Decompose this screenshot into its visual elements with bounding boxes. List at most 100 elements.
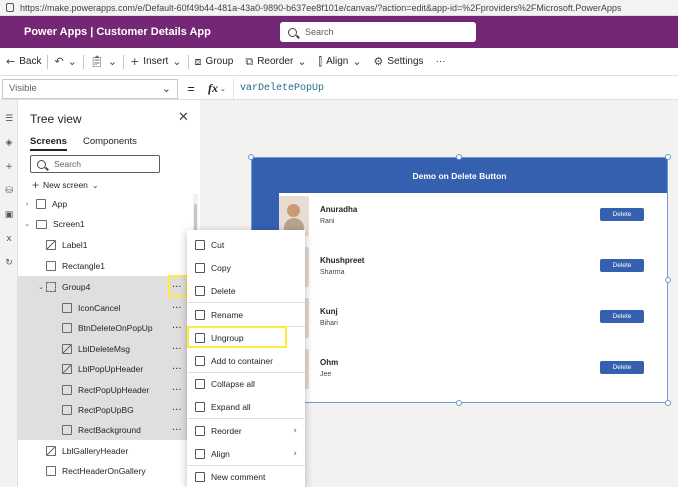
tree-node-btndeleteonpopup[interactable]: BtnDeleteOnPopUp ··· — [18, 318, 200, 338]
browser-url-bar[interactable]: https://make.powerapps.com/e/Default-60f… — [0, 0, 678, 16]
resize-handle[interactable] — [665, 400, 671, 406]
menu-item-new-comment[interactable]: New comment — [187, 465, 305, 487]
align-button[interactable]: ⫿ Align ⌄ — [313, 55, 368, 69]
undo-button[interactable]: ↶ ⌄ — [48, 55, 82, 68]
tree-node-rectheaderongallery[interactable]: RectHeaderOnGallery — [18, 461, 200, 481]
button-icon — [62, 323, 72, 333]
delete-button[interactable]: Delete — [600, 361, 644, 374]
rectangle-icon — [46, 466, 56, 476]
delete-button[interactable]: Delete — [600, 208, 644, 221]
tree-node-label1[interactable]: Label1 — [18, 235, 200, 255]
tree-node-label: Group4 — [62, 282, 91, 292]
container-icon — [195, 355, 205, 366]
chevron-down-icon: ⌄ — [38, 283, 44, 291]
variables-icon[interactable]: x — [0, 234, 18, 244]
tab-components[interactable]: Components — [83, 136, 137, 151]
menu-item-rename[interactable]: Rename — [187, 303, 305, 326]
group-button[interactable]: ⧈ Group — [189, 55, 240, 69]
tree-node-label: LblPopUpHeader — [78, 364, 144, 374]
menu-item-label: Add to container — [211, 355, 273, 366]
highlight-box — [187, 326, 287, 348]
more-button[interactable]: ··· — [430, 56, 452, 67]
tree-node-rectpopupheader[interactable]: RectPopUpHeader ··· — [18, 380, 200, 400]
close-icon[interactable]: ✕ — [178, 110, 189, 125]
tree-node-lblgalleryheader[interactable]: LblGalleryHeader — [18, 441, 200, 461]
insert-button[interactable]: + Insert ⌄ — [124, 55, 187, 68]
tree-node-screen1[interactable]: ⌄ Screen1 — [18, 214, 200, 234]
resize-handle[interactable] — [456, 400, 462, 406]
left-rail: ☰ ◈ + ⛁ ▣ x ↻ — [0, 100, 18, 487]
more-options-icon[interactable]: ··· — [172, 364, 182, 375]
resize-handle[interactable] — [456, 154, 462, 160]
layers-icon[interactable]: ◈ — [0, 138, 18, 148]
tree-node-iconcancel[interactable]: IconCancel ··· — [18, 298, 200, 318]
settings-label: Settings — [387, 56, 424, 67]
back-button[interactable]: ← Back — [0, 55, 47, 68]
paste-button[interactable]: 📋︎ ⌄ — [84, 55, 123, 68]
gallery-row[interactable]: Khushpreet Sharma Delete — [252, 244, 667, 295]
app-screen-preview[interactable]: Demo on Delete Button Anuradha Rani Dele… — [251, 157, 668, 403]
tree-node-rectpopupbg[interactable]: RectPopUpBG ··· — [18, 400, 200, 420]
chevron-right-icon: › — [25, 200, 29, 208]
menu-item-delete[interactable]: Delete — [187, 279, 305, 302]
global-search-box[interactable]: Search — [280, 22, 476, 42]
url-text[interactable]: https://make.powerapps.com/e/Default-60f… — [20, 3, 621, 13]
new-screen-button[interactable]: + New screen ⌄ — [32, 178, 99, 192]
group-icon: ⧈ — [194, 54, 202, 68]
highlight-box — [168, 275, 188, 297]
more-options-icon[interactable]: ··· — [172, 344, 182, 355]
tree-node-rectangle1[interactable]: Rectangle1 — [18, 256, 200, 276]
property-dropdown[interactable]: Visible ⌄ — [2, 78, 178, 99]
tree-search-placeholder: Search — [54, 159, 81, 169]
gear-icon: ⚙ — [373, 55, 384, 68]
menu-item-reorder[interactable]: Reorder › — [187, 419, 305, 442]
tree-search-input[interactable]: Search — [30, 155, 160, 173]
menu-item-label: Rename — [211, 309, 244, 320]
insert-label: Insert — [143, 56, 169, 67]
chevron-down-icon: ⌄ — [220, 84, 226, 93]
align-label: Align — [326, 56, 349, 67]
reorder-button[interactable]: ⧉ Reorder ⌄ — [239, 55, 312, 69]
tree-node-label: BtnDeleteOnPopUp — [78, 323, 153, 333]
gallery-row[interactable]: Kunj Bihari Delete — [252, 295, 667, 346]
menu-item-expand-all[interactable]: Expand all — [187, 395, 305, 418]
menu-item-copy[interactable]: Copy — [187, 256, 305, 279]
settings-button[interactable]: ⚙ Settings — [368, 55, 430, 68]
formula-input[interactable]: varDeletePopUp — [234, 83, 324, 94]
tree-node-rectbackground[interactable]: RectBackground ··· — [18, 420, 200, 440]
menu-icon[interactable]: ☰ — [0, 114, 18, 124]
rectangle-icon — [62, 405, 72, 415]
menu-item-cut[interactable]: Cut — [187, 233, 305, 256]
menu-item-collapse-all[interactable]: Collapse all — [187, 372, 305, 395]
row-lastname: Rani — [320, 218, 335, 225]
copy-icon — [195, 262, 205, 273]
fx-button[interactable]: fx ⌄ — [204, 78, 234, 99]
tree-node-app[interactable]: › App — [18, 194, 200, 214]
resize-handle[interactable] — [665, 277, 671, 283]
media-icon[interactable]: ▣ — [0, 210, 18, 220]
insert-icon[interactable]: + — [0, 162, 18, 172]
tree-node-lblpopupheader[interactable]: LblPopUpHeader ··· — [18, 359, 200, 379]
command-bar: ← Back ↶ ⌄ 📋︎ ⌄ + Insert ⌄ ⧈ Group ⧉ Reord… — [0, 48, 678, 76]
delete-button[interactable]: Delete — [600, 310, 644, 323]
more-options-icon[interactable]: ··· — [172, 303, 182, 314]
gallery-row[interactable]: Ohm Jee Delete — [252, 346, 667, 397]
more-options-icon[interactable]: ··· — [172, 323, 182, 334]
more-options-icon[interactable]: ··· — [172, 405, 182, 416]
expand-icon — [195, 401, 205, 412]
more-options-icon[interactable]: ··· — [172, 425, 182, 436]
chevron-down-icon: ⌄ — [297, 55, 307, 68]
power-automate-icon[interactable]: ↻ — [0, 258, 18, 268]
gallery-row[interactable]: Anuradha Rani Delete — [252, 193, 667, 244]
resize-handle[interactable] — [248, 154, 254, 160]
menu-item-add-to-container[interactable]: Add to container — [187, 349, 305, 372]
more-options-icon[interactable]: ··· — [172, 385, 182, 396]
resize-handle[interactable] — [665, 154, 671, 160]
delete-button[interactable]: Delete — [600, 259, 644, 272]
data-icon[interactable]: ⛁ — [0, 186, 18, 196]
menu-item-align[interactable]: Align › — [187, 442, 305, 465]
tree-node-lbldeletemsg[interactable]: LblDeleteMsg ··· — [18, 339, 200, 359]
chevron-down-icon: ⌄ — [107, 55, 118, 68]
tab-screens[interactable]: Screens — [30, 136, 67, 151]
back-label: Back — [19, 56, 42, 67]
